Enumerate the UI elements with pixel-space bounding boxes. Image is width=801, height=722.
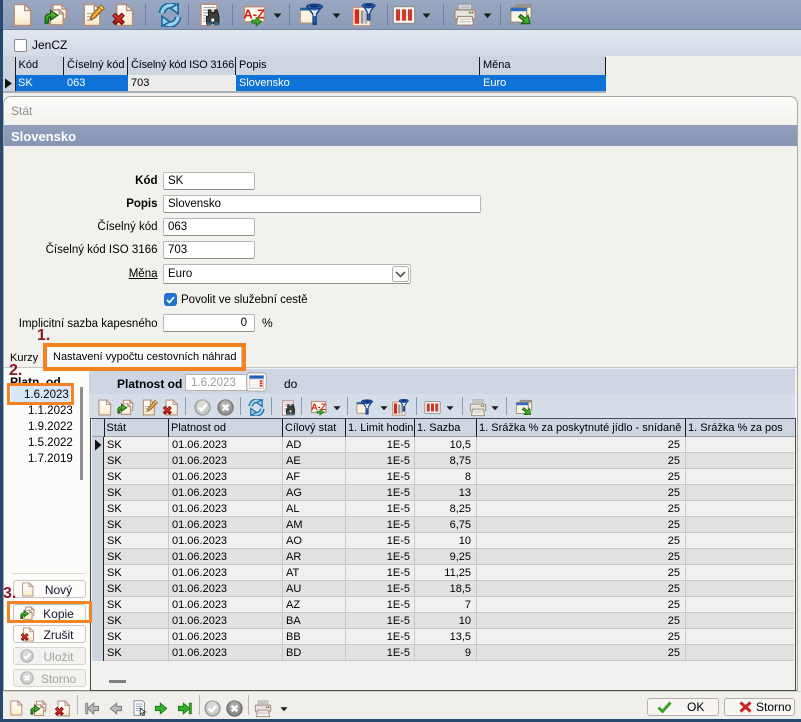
svg-text:A-Z: A-Z	[244, 6, 265, 21]
svg-text:A-Z: A-Z	[311, 402, 327, 412]
